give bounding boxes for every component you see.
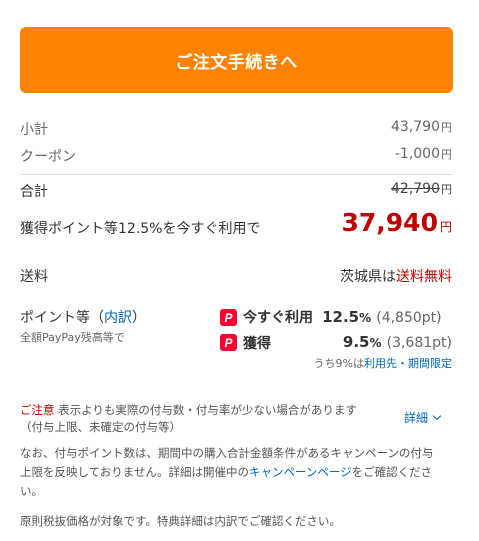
details-toggle[interactable]: 詳細 (404, 409, 442, 426)
points-earn-title: 獲得 (243, 336, 271, 352)
coupon-value: -1,000円 (394, 146, 452, 162)
checkout-button[interactable]: ご注文手続きへ (20, 27, 453, 93)
campaign-page-link[interactable]: キャンペーンページ (249, 465, 352, 479)
points-label: ポイント等（内訳） (20, 310, 146, 326)
paypay-icon: P (220, 334, 237, 351)
paypay-icon: P (220, 309, 237, 326)
points-immediate-row: 今すぐ利用 12.5% (4,850pt) (243, 308, 442, 326)
divider (20, 174, 453, 175)
coupon-label: クーポン (20, 149, 76, 165)
note-line: 上限を反映しておりません。詳細は開催中のキャンペーンページをご確認くださ (20, 465, 433, 479)
total-label: 合計 (20, 184, 48, 200)
chevron-down-icon (432, 411, 442, 421)
total-value: 42,790円 (391, 181, 452, 197)
note-line: い。 (20, 484, 43, 498)
discount-label: 獲得ポイント等12.5%を今すぐ利用で (20, 221, 261, 237)
caution-subtext: （付与上限、未確定の付与等） (20, 420, 181, 434)
note-line: なお、付与ポイント数は、期間中の購入合計金額条件があるキャンペーンの付与 (20, 446, 434, 460)
shipping-label: 送料 (20, 269, 48, 285)
points-sublabel: 全額PayPay残高等で (20, 331, 125, 344)
discounted-price: 37,940 円 (341, 208, 453, 237)
points-note: うち9%は利用先・期間限定 (313, 357, 452, 370)
subtotal-value: 43,790円 (391, 119, 452, 135)
shipping-info: 茨城県は送料無料 (340, 269, 452, 285)
points-earn-value: 9.5% (3,681pt) (342, 333, 452, 351)
points-restriction-link[interactable]: 利用先・期間限定 (364, 357, 452, 370)
points-breakdown-link[interactable]: 内訳 (104, 310, 132, 326)
tax-note: 原則税抜価格が対象です。特典詳細は内訳でご確認ください。 (20, 514, 341, 528)
subtotal-label: 小計 (20, 122, 48, 138)
